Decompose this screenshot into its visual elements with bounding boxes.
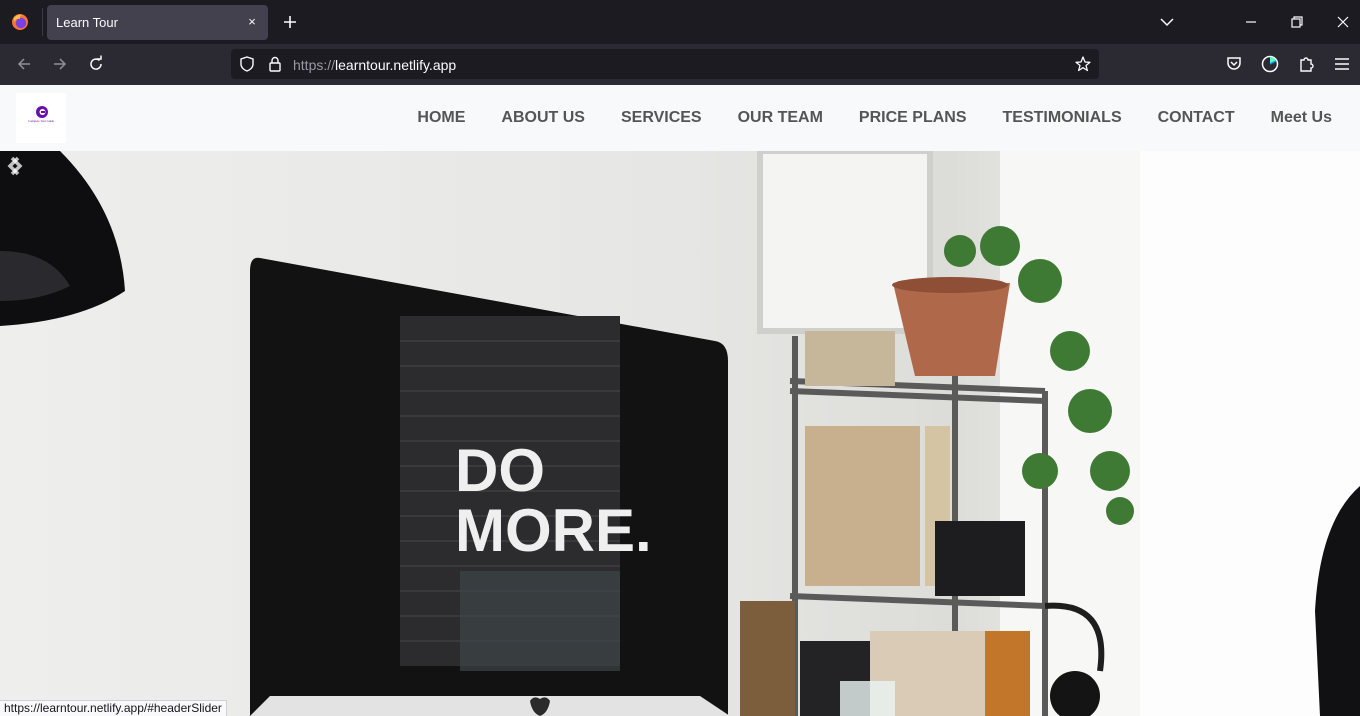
url-protocol: https:// <box>293 57 336 73</box>
nav-home[interactable]: HOME <box>399 85 483 151</box>
screen-text-line2: MORE. <box>455 497 652 564</box>
tab-separator <box>42 8 43 36</box>
reload-icon[interactable] <box>86 54 106 74</box>
chevron-right-icon[interactable] <box>0 151 30 181</box>
restore-icon[interactable] <box>1288 13 1306 31</box>
account-sync-icon[interactable] <box>1260 54 1280 74</box>
nav-about-us[interactable]: ABOUT US <box>483 85 603 151</box>
site-logo[interactable] <box>16 93 66 143</box>
url-text[interactable]: https://learntour.netlify.app <box>293 57 456 73</box>
back-icon[interactable] <box>14 54 34 74</box>
nav-testimonials[interactable]: TESTIMONIALS <box>985 85 1140 151</box>
url-host: learntour.netlify.app <box>335 57 457 73</box>
logo-mark-icon <box>36 106 48 118</box>
tab-title: Learn Tour <box>56 15 118 30</box>
site-menu: HOME ABOUT US SERVICES OUR TEAM PRICE PL… <box>399 85 1360 151</box>
minimize-icon[interactable] <box>1242 13 1260 31</box>
hero-image: DO MORE. <box>0 151 1360 716</box>
tab-close-icon[interactable]: × <box>244 14 260 30</box>
menu-hamburger-icon[interactable] <box>1332 54 1352 74</box>
nav-our-team[interactable]: OUR TEAM <box>720 85 841 151</box>
close-window-icon[interactable] <box>1334 13 1352 31</box>
active-tab[interactable]: Learn Tour × <box>47 5 268 40</box>
bookmark-star-icon[interactable] <box>1074 55 1092 73</box>
web-page: Complete Tour Guide HOME ABOUT US SERVIC… <box>0 85 1360 716</box>
chevron-down-icon[interactable] <box>1158 13 1176 31</box>
nav-price-plans[interactable]: PRICE PLANS <box>841 85 985 151</box>
lock-icon[interactable] <box>266 55 284 73</box>
logo-text: Complete Tour Guide <box>27 119 55 123</box>
firefox-icon[interactable] <box>11 13 29 31</box>
nav-contact[interactable]: CONTACT <box>1140 85 1253 151</box>
url-bar[interactable]: https://learntour.netlify.app <box>231 49 1099 79</box>
extensions-icon[interactable] <box>1296 54 1316 74</box>
pocket-icon[interactable] <box>1224 54 1244 74</box>
site-navbar: Complete Tour Guide HOME ABOUT US SERVIC… <box>0 85 1360 151</box>
forward-icon[interactable] <box>50 54 70 74</box>
screen-text-line1: DO <box>455 437 545 504</box>
nav-services[interactable]: SERVICES <box>603 85 720 151</box>
status-link-preview: https://learntour.netlify.app/#headerSli… <box>0 700 227 716</box>
browser-toolbar: https://learntour.netlify.app <box>0 44 1360 85</box>
tab-strip: Learn Tour × <box>0 0 1360 44</box>
shield-icon[interactable] <box>238 55 256 73</box>
new-tab-icon[interactable] <box>280 12 300 32</box>
nav-meet-us[interactable]: Meet Us <box>1253 85 1360 151</box>
header-slider: DO MORE. <box>0 151 1360 716</box>
